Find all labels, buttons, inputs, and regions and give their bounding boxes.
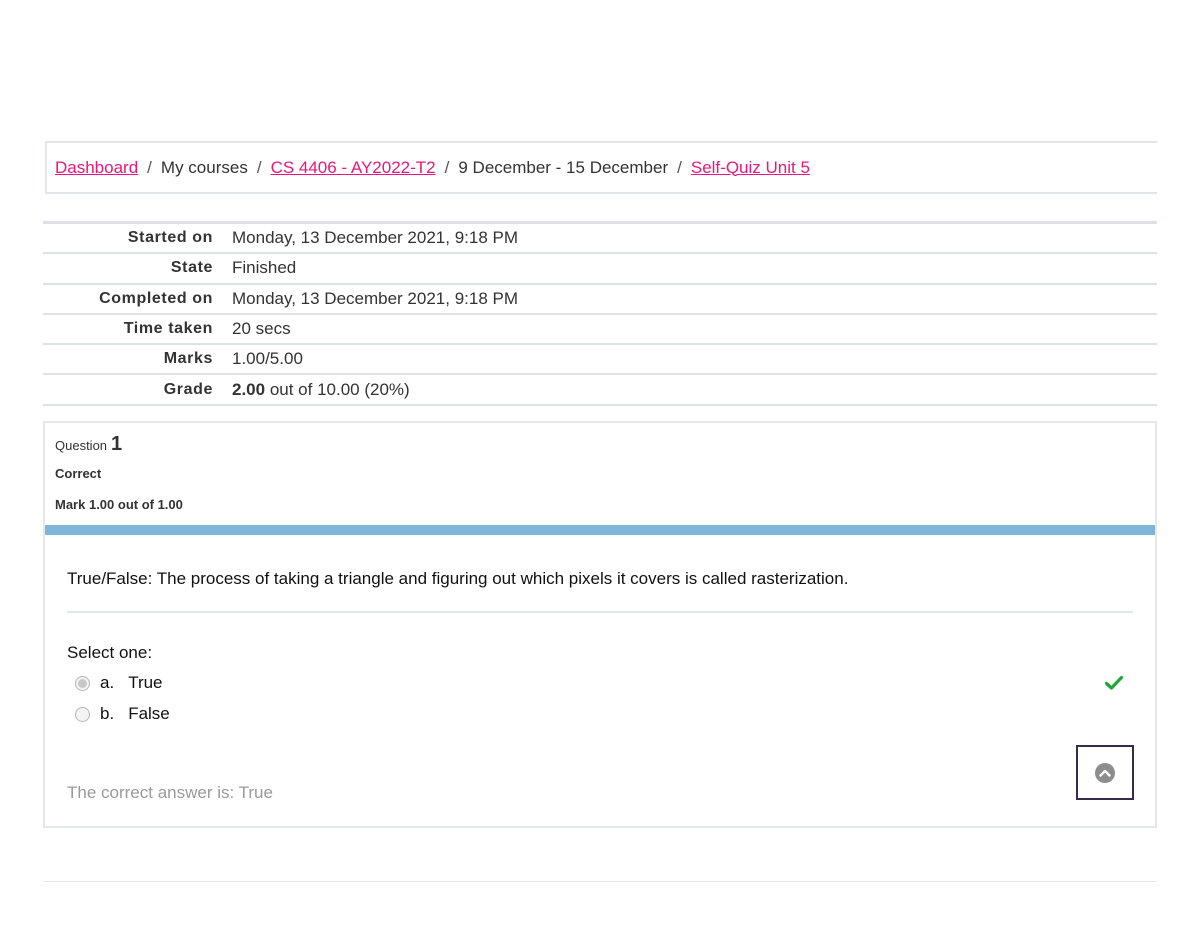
scroll-to-top-button[interactable] [1076,745,1134,800]
correct-answer-feedback: The correct answer is: True [67,783,273,802]
radio-button-a[interactable] [75,675,90,691]
breadcrumb-dashboard-link[interactable]: Dashboard [55,158,138,178]
answer-label: False [128,704,170,723]
answer-option-a[interactable]: a. True [75,673,163,693]
question-content: True/False: The process of taking a tria… [45,525,1155,765]
question-label: Question [55,438,108,453]
summary-value: Monday, 13 December 2021, 9:18 PM [232,228,519,248]
summary-row-marks: Marks 1.00/5.00 [43,345,1157,376]
summary-label: Started on [127,229,213,247]
summary-row-started: Started on Monday, 13 December 2021, 9:1… [43,224,1157,255]
breadcrumb-separator: / [256,157,262,177]
breadcrumb-my-courses: My courses [160,157,248,177]
question-number-value: 1 [111,433,123,455]
grade-score: 2.00 [232,379,266,399]
summary-value: Finished [232,258,297,278]
summary-value: 2.00 out of 10.00 (20%) [232,380,410,400]
summary-value: 20 secs [232,319,291,339]
breadcrumb: Dashboard / My courses / CS 4406 - AY202… [45,141,1157,194]
summary-row-time-taken: Time taken 20 secs [43,315,1157,346]
breadcrumb-separator: / [444,157,450,177]
summary-value: 1.00/5.00 [232,349,303,369]
question-text: True/False: The process of taking a tria… [67,569,849,588]
footer-divider [43,881,1157,882]
grade-rest: out of 10.00 (20%) [265,379,410,399]
summary-value: Monday, 13 December 2021, 9:18 PM [232,288,519,308]
quiz-summary-table: Started on Monday, 13 December 2021, 9:1… [43,221,1157,406]
summary-row-state: State Finished [43,254,1157,285]
summary-row-completed: Completed on Monday, 13 December 2021, 9… [43,285,1157,315]
radio-button-b[interactable] [75,706,90,722]
summary-label: State [170,259,213,277]
answer-label: True [128,673,163,692]
question-info: Question 1 Correct Mark 1.00 out of 1.00 [55,433,183,512]
answer-letter: b. [100,704,115,723]
summary-label: Time taken [123,320,213,338]
question-number: Question 1 [55,433,183,456]
question-card: Question 1 Correct Mark 1.00 out of 1.00 … [43,421,1157,828]
breadcrumb-course-link[interactable]: CS 4406 - AY2022-T2 [271,158,436,178]
answer-letter: a. [100,673,115,692]
summary-label: Completed on [99,289,213,307]
check-icon [1105,675,1123,690]
breadcrumb-separator: / [147,157,152,177]
question-grade: Mark 1.00 out of 1.00 [55,497,183,512]
select-prompt: Select one: [67,643,153,662]
breadcrumb-quiz-link[interactable]: Self-Quiz Unit 5 [691,158,810,178]
breadcrumb-separator: / [677,157,682,177]
question-state: Correct [55,466,102,481]
breadcrumb-week: 9 December - 15 December [458,157,669,177]
chevron-up-circle-icon [1095,762,1115,783]
divider [67,611,1133,613]
summary-label: Marks [163,350,213,368]
summary-row-grade: Grade 2.00 out of 10.00 (20%) [43,375,1157,406]
answer-option-b[interactable]: b. False [75,704,170,724]
summary-label: Grade [163,380,213,398]
